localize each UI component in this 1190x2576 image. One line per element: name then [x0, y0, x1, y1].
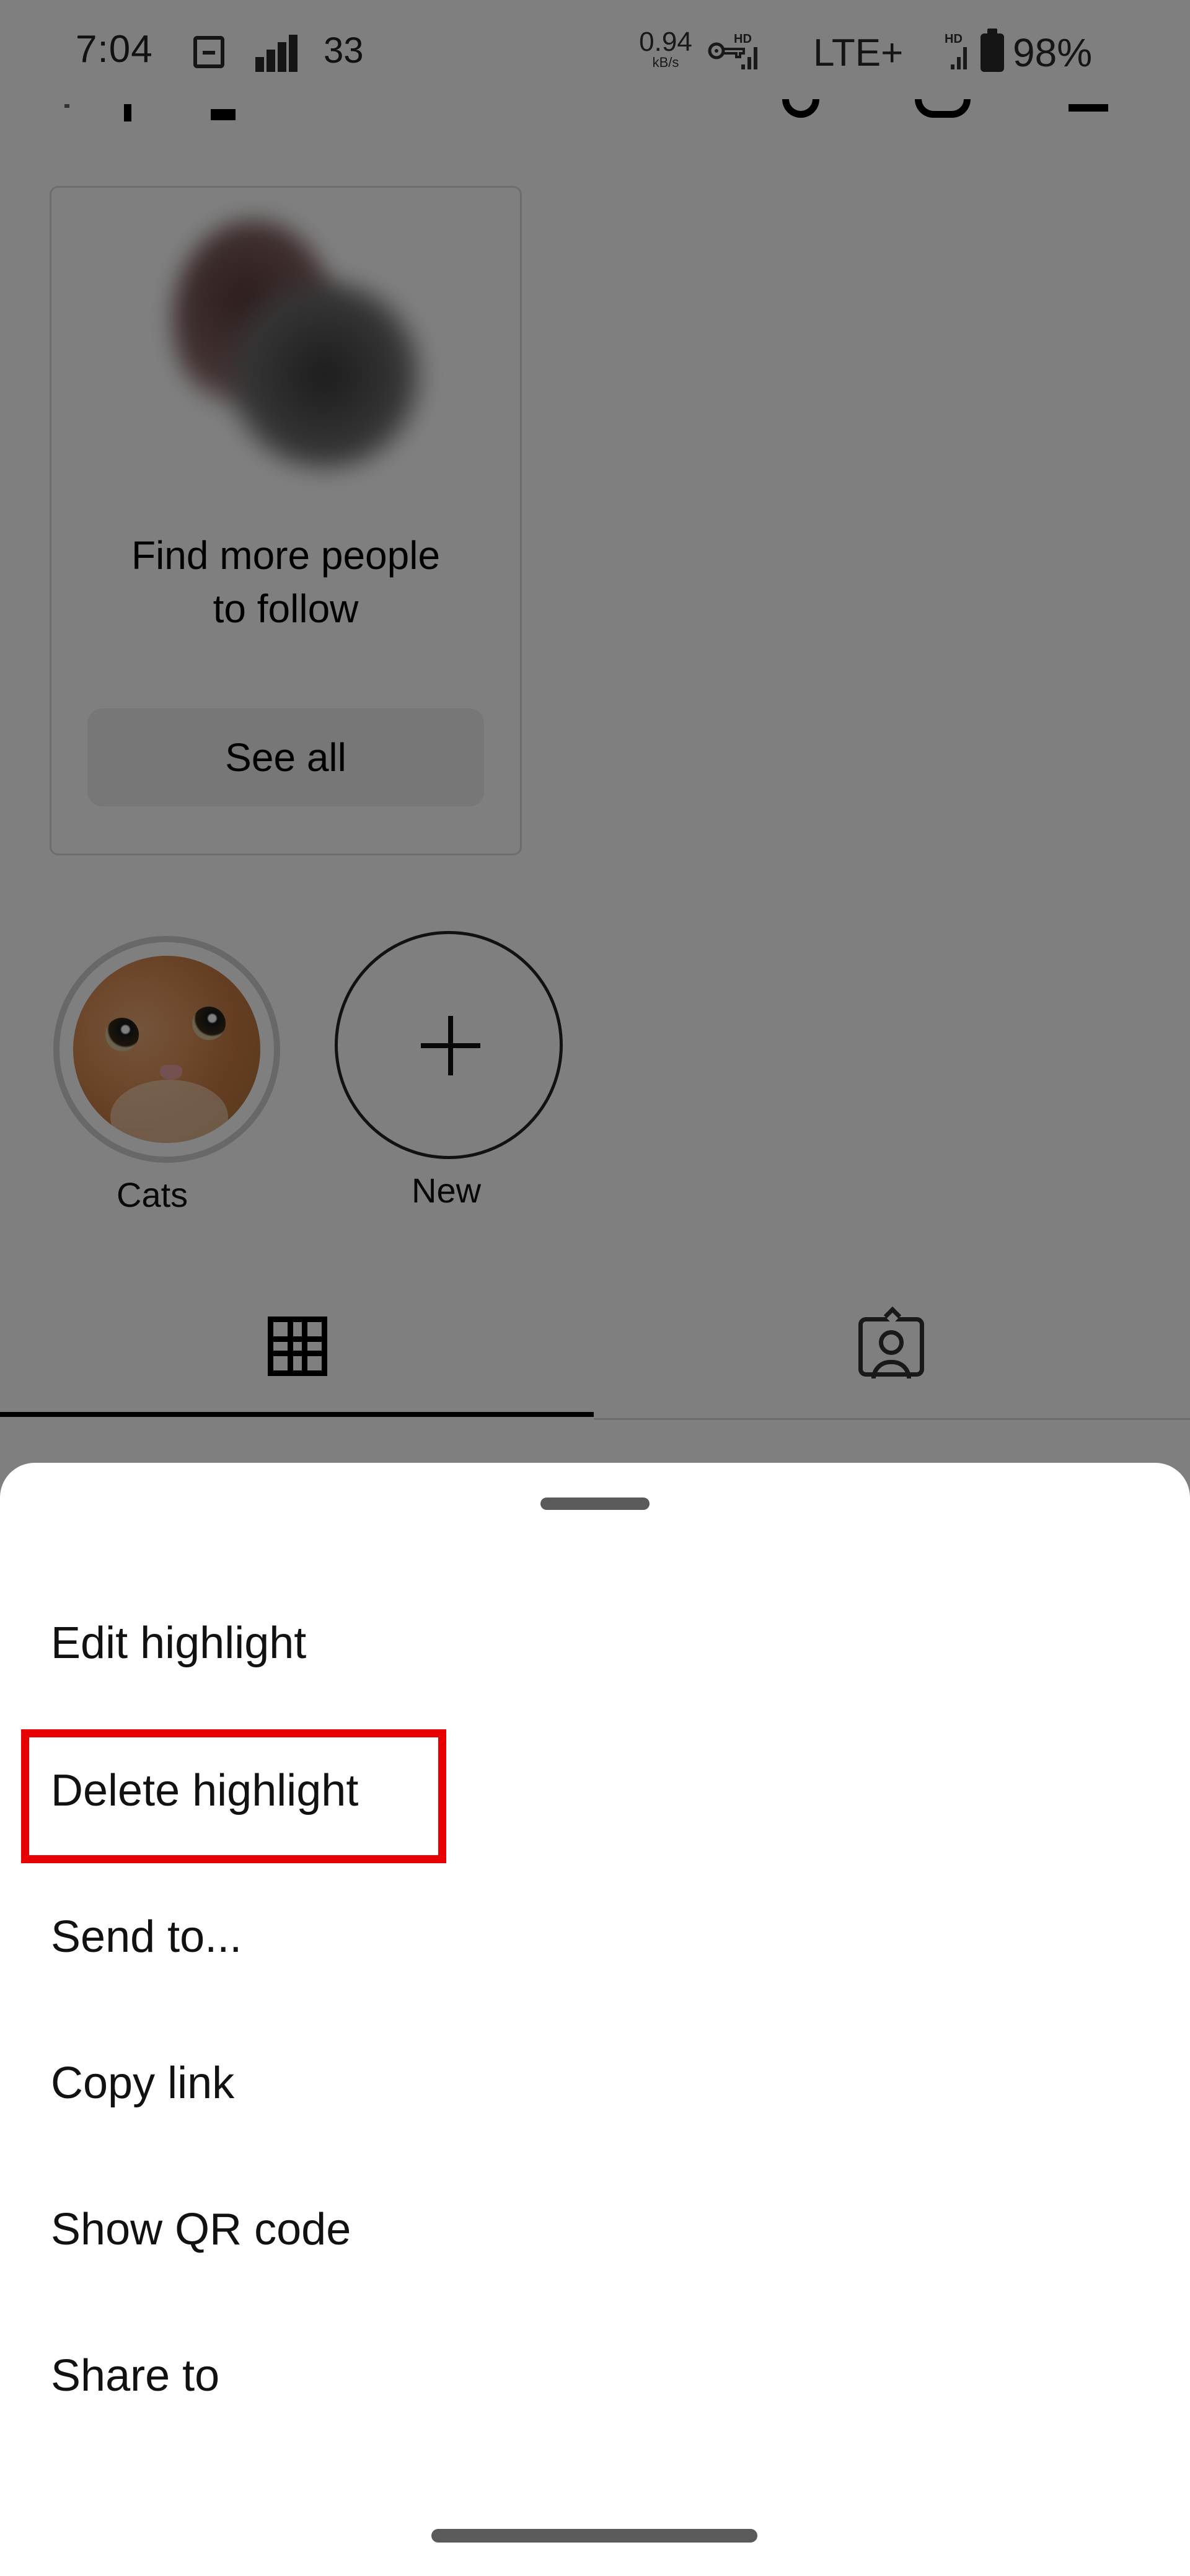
menu-item-edit-highlight[interactable]: Edit highlight: [0, 1568, 1190, 1714]
menu-item-label: Send to...: [51, 1912, 242, 1962]
menu-item-label: Show QR code: [51, 2205, 351, 2254]
drag-handle[interactable]: [540, 1498, 650, 1510]
menu-item-label: Edit highlight: [51, 1618, 307, 1668]
annotation-highlight-box: [21, 1729, 446, 1863]
menu-item-label: Copy link: [51, 2058, 235, 2108]
home-gesture-bar[interactable]: [431, 2529, 757, 2543]
menu-item-show-qr-code[interactable]: Show QR code: [0, 2153, 1190, 2300]
menu-item-copy-link[interactable]: Copy link: [0, 2007, 1190, 2153]
highlight-options-sheet: Edit highlight Delete highlight Send to.…: [0, 1463, 1190, 2576]
menu-item-send-to[interactable]: Send to...: [0, 1861, 1190, 2007]
menu-item-share-to[interactable]: Share to: [0, 2300, 1190, 2446]
menu-item-label: Share to: [51, 2351, 220, 2401]
